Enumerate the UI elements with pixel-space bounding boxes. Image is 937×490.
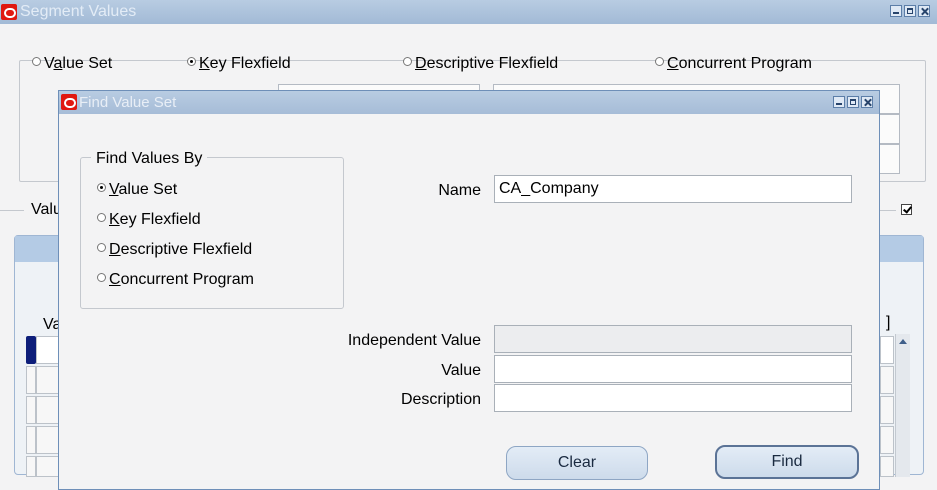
radio-concurrent-program[interactable]: Concurrent Program [655, 55, 812, 73]
independent-value-input [494, 325, 852, 353]
table-cell[interactable] [36, 456, 60, 477]
oracle-logo-icon [1, 4, 17, 20]
clear-button[interactable]: Clear [506, 446, 648, 480]
description-label: Description [400, 391, 481, 408]
scroll-up-arrow-icon[interactable] [899, 339, 907, 344]
bg-field[interactable] [878, 114, 900, 144]
find-radio-value-set[interactable]: Value Set [97, 181, 177, 199]
record-indicator[interactable] [26, 426, 36, 454]
name-input[interactable] [494, 175, 852, 203]
table-cell[interactable] [880, 366, 894, 394]
maximize-icon[interactable] [847, 96, 859, 108]
window-controls [888, 4, 936, 20]
table-cell[interactable] [36, 426, 60, 454]
record-indicator[interactable] [26, 396, 36, 424]
vertical-scrollbar[interactable] [895, 334, 910, 477]
minimize-icon[interactable] [833, 96, 845, 108]
table-cell[interactable] [36, 336, 60, 364]
table-cell[interactable] [880, 426, 894, 454]
table-cell[interactable] [880, 456, 894, 477]
bg-field[interactable] [878, 144, 900, 174]
radio-indicator [655, 57, 664, 67]
maximize-icon[interactable] [904, 5, 916, 17]
table-cell[interactable] [36, 396, 60, 424]
table-cell[interactable] [880, 396, 894, 424]
table-cell[interactable] [880, 336, 894, 364]
close-icon[interactable] [918, 5, 930, 17]
record-indicator[interactable] [26, 366, 36, 394]
oracle-logo-icon [61, 94, 77, 110]
radio-descriptive-flexfield[interactable]: Descriptive Flexfield [403, 55, 558, 73]
dialog-titlebar[interactable]: Find Value Set [59, 91, 879, 114]
divider [0, 210, 24, 211]
window-title: Segment Values [20, 3, 137, 20]
radio-indicator [403, 57, 412, 67]
radio-indicator [187, 57, 196, 67]
close-icon[interactable] [861, 96, 873, 108]
find-radio-concurrent-program[interactable]: Concurrent Program [97, 271, 254, 289]
table-cell[interactable] [36, 366, 60, 394]
name-label: Name [438, 182, 481, 199]
record-indicator[interactable] [26, 456, 36, 477]
find-radio-descriptive-flexfield[interactable]: Descriptive Flexfield [97, 241, 252, 259]
description-input[interactable] [494, 384, 852, 412]
column-header-bracket: ] [886, 314, 891, 331]
current-record-indicator[interactable] [26, 336, 36, 364]
radio-value-set[interactable]: Value Set [32, 55, 112, 73]
find-radio-key-flexfield[interactable]: Key Flexfield [97, 211, 201, 229]
value-input[interactable] [494, 355, 852, 383]
radio-indicator [97, 213, 106, 223]
find-button[interactable]: Find [715, 445, 859, 479]
value-label: Value [441, 362, 481, 379]
radio-indicator [97, 183, 106, 193]
find-values-by-title: Find Values By [91, 150, 208, 168]
dialog-window-controls [831, 95, 879, 111]
enabled-checkbox[interactable] [901, 204, 912, 215]
radio-indicator [97, 243, 106, 253]
independent-value-label: Independent Value [347, 332, 481, 349]
radio-indicator [97, 273, 106, 283]
radio-indicator [32, 57, 41, 67]
minimize-icon[interactable] [890, 5, 902, 17]
dialog-title: Find Value Set [79, 94, 177, 111]
radio-key-flexfield[interactable]: Key Flexfield [187, 55, 291, 73]
segment-values-titlebar[interactable]: Segment Values [0, 0, 937, 24]
divider [878, 210, 896, 211]
find-value-set-dialog: Find Value Set Find Values By Value Set … [58, 90, 880, 490]
